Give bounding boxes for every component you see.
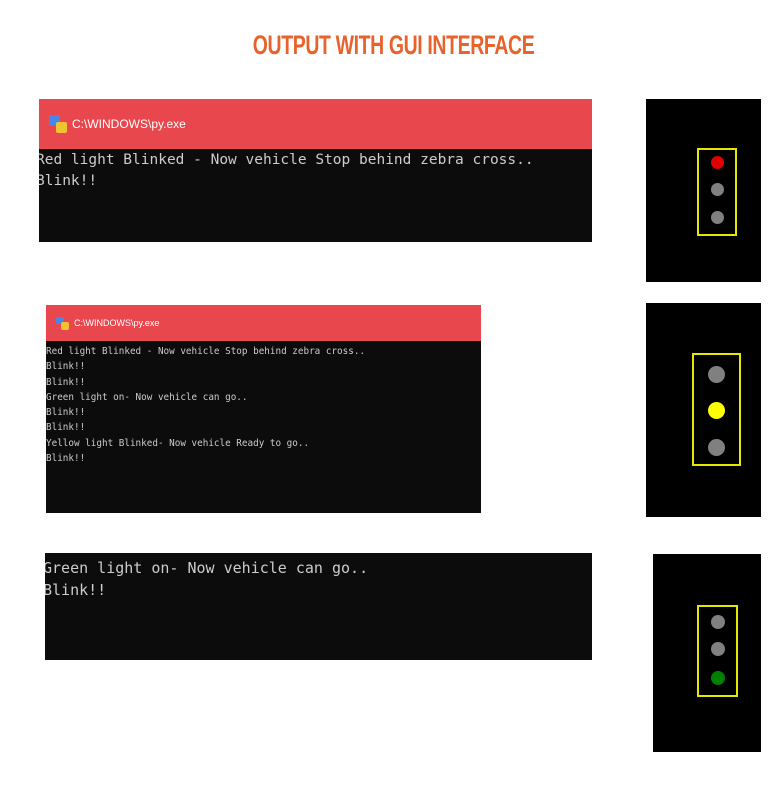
yellow-lamp [711, 642, 725, 656]
traffic-signal-panel-red [646, 99, 761, 282]
red-lamp [708, 366, 725, 383]
traffic-light-frame [697, 605, 738, 697]
console-line: Blink!! [46, 422, 86, 434]
python-app-icon [56, 316, 69, 330]
console-line: Blink!! [45, 581, 107, 599]
traffic-signal-panel-green [653, 554, 761, 752]
green-lamp [708, 439, 725, 456]
green-lamp [711, 211, 724, 224]
console-output: Red light Blinked - Now vehicle Stop beh… [39, 150, 534, 192]
python-app-icon [49, 115, 67, 133]
console-window-2: C:\WINDOWS\py.exe Red light Blinked - No… [46, 305, 481, 513]
console-line: Blink!! [39, 173, 98, 189]
traffic-signal-panel-yellow [646, 303, 761, 517]
console-window-3: Green light on- Now vehicle can go.. Bli… [45, 553, 592, 660]
console-title: C:\WINDOWS\py.exe [72, 117, 186, 131]
green-lamp [711, 671, 725, 685]
console-titlebar[interactable]: C:\WINDOWS\py.exe [39, 99, 592, 149]
traffic-light-frame [692, 353, 741, 466]
page-heading: OUTPUT WITH GUI INTERFACE [252, 30, 535, 60]
console-output: Red light Blinked - Now vehicle Stop beh… [46, 344, 365, 466]
console-line: Yellow light Blinked- Now vehicle Ready … [46, 437, 310, 449]
console-output: Green light on- Now vehicle can go.. Bli… [45, 557, 368, 601]
console-line: Blink!! [46, 407, 86, 419]
red-lamp [711, 156, 724, 169]
console-line: Red light Blinked - Now vehicle Stop beh… [46, 346, 366, 357]
console-line: Blink!! [46, 361, 86, 373]
console-line: Green light on- Now vehicle can go.. [46, 391, 248, 403]
yellow-lamp [711, 183, 724, 196]
console-title: C:\WINDOWS\py.exe [74, 318, 160, 328]
console-line: Green light on- Now vehicle can go.. [45, 559, 369, 577]
traffic-light-frame [697, 148, 737, 236]
yellow-lamp [708, 402, 725, 419]
console-line: Blink!! [46, 453, 86, 465]
red-lamp [711, 615, 725, 629]
console-line: Red light Blinked - Now vehicle Stop beh… [39, 152, 534, 168]
console-titlebar[interactable]: C:\WINDOWS\py.exe [46, 305, 481, 341]
console-window-1: C:\WINDOWS\py.exe Red light Blinked - No… [39, 99, 592, 242]
console-line: Blink!! [46, 376, 86, 388]
